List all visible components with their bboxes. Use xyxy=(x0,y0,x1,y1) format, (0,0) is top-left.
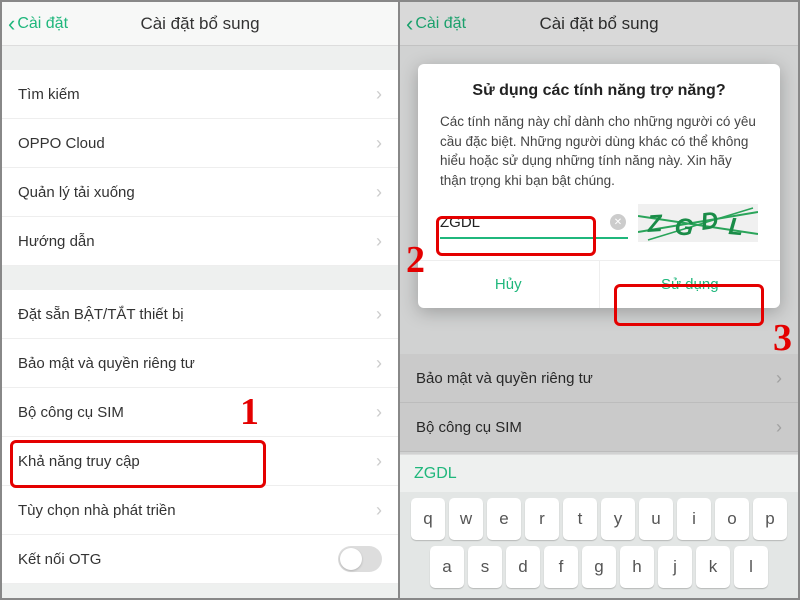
row-download-mgr[interactable]: Quản lý tải xuống› xyxy=(2,168,398,217)
key-s[interactable]: s xyxy=(468,546,502,588)
back-label: Cài đặt xyxy=(17,15,68,33)
accessibility-dialog: Sử dụng các tính năng trợ năng? Các tính… xyxy=(418,64,780,308)
chevron-right-icon: › xyxy=(376,451,382,472)
key-u[interactable]: u xyxy=(639,498,673,540)
svg-text:D: D xyxy=(699,207,720,236)
svg-text:G: G xyxy=(673,213,694,242)
key-w[interactable]: w xyxy=(449,498,483,540)
keyboard-row-1: q w e r t y u i o p xyxy=(404,498,794,540)
key-i[interactable]: i xyxy=(677,498,711,540)
left-screenshot: ‹ Cài đặt Cài đặt bổ sung Tìm kiếm› OPPO… xyxy=(2,2,400,598)
row-search[interactable]: Tìm kiếm› xyxy=(2,70,398,119)
keyboard-row-2: a s d f g h j k l xyxy=(404,546,794,588)
svg-text:Z: Z xyxy=(646,210,665,238)
chevron-right-icon: › xyxy=(376,353,382,374)
clear-icon[interactable]: ✕ xyxy=(610,214,626,230)
chevron-right-icon: › xyxy=(376,133,382,154)
key-r[interactable]: r xyxy=(525,498,559,540)
dialog-body: Các tính năng này chỉ dành cho những ngư… xyxy=(418,112,780,204)
row-guide[interactable]: Hướng dẫn› xyxy=(2,217,398,266)
key-y[interactable]: y xyxy=(601,498,635,540)
row-dev-options[interactable]: Tùy chọn nhà phát triền› xyxy=(2,486,398,535)
chevron-right-icon: › xyxy=(376,231,382,252)
otg-toggle[interactable] xyxy=(338,546,382,572)
key-h[interactable]: h xyxy=(620,546,654,588)
captcha-image[interactable]: Z G D L xyxy=(638,204,758,242)
svg-text:L: L xyxy=(727,213,744,241)
key-d[interactable]: d xyxy=(506,546,540,588)
row-schedule-power[interactable]: Đặt sẵn BẬT/TẮT thiết bị› xyxy=(2,290,398,339)
chevron-right-icon: › xyxy=(376,402,382,423)
chevron-left-icon: ‹ xyxy=(8,11,15,37)
header: ‹ Cài đặt Cài đặt bổ sung xyxy=(2,2,398,46)
row-accessibility[interactable]: Khả năng truy cập› xyxy=(2,437,398,486)
row-sim-toolkit[interactable]: Bộ công cụ SIM› xyxy=(2,388,398,437)
captcha-input[interactable]: ZGDL ✕ xyxy=(440,207,628,239)
dialog-title: Sử dụng các tính năng trợ năng? xyxy=(418,82,780,112)
row-privacy[interactable]: Bảo mật và quyền riêng tư› xyxy=(2,339,398,388)
key-t[interactable]: t xyxy=(563,498,597,540)
keyboard: ZGDL q w e r t y u i o p a s d xyxy=(400,454,798,598)
key-a[interactable]: a xyxy=(430,546,464,588)
key-q[interactable]: q xyxy=(411,498,445,540)
cancel-button[interactable]: Hủy xyxy=(418,261,599,308)
key-p[interactable]: p xyxy=(753,498,787,540)
key-l[interactable]: l xyxy=(734,546,768,588)
confirm-button[interactable]: Sử dụng xyxy=(599,261,781,308)
chevron-right-icon: › xyxy=(376,182,382,203)
back-button[interactable]: ‹ Cài đặt xyxy=(2,11,68,37)
row-oppo-cloud[interactable]: OPPO Cloud› xyxy=(2,119,398,168)
right-screenshot: ‹ Cài đặt Cài đặt bổ sung Bảo mật và quy… xyxy=(400,2,798,598)
key-f[interactable]: f xyxy=(544,546,578,588)
chevron-right-icon: › xyxy=(376,500,382,521)
row-otg[interactable]: Kết nối OTG xyxy=(2,535,398,584)
chevron-right-icon: › xyxy=(376,84,382,105)
chevron-right-icon: › xyxy=(376,304,382,325)
key-k[interactable]: k xyxy=(696,546,730,588)
keyboard-suggestion[interactable]: ZGDL xyxy=(400,454,798,492)
key-o[interactable]: o xyxy=(715,498,749,540)
key-e[interactable]: e xyxy=(487,498,521,540)
key-g[interactable]: g xyxy=(582,546,616,588)
key-j[interactable]: j xyxy=(658,546,692,588)
